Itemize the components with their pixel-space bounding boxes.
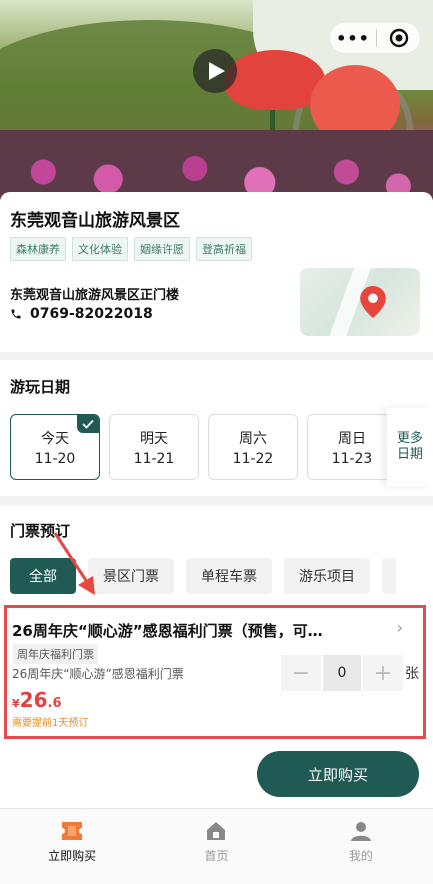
date-option-tomorrow[interactable]: 明天 11-21 — [109, 414, 199, 480]
ticket-filter-tabs: 全部 景区门票 单程车票 游乐项目 — [10, 558, 396, 594]
chevron-right-icon[interactable]: › — [397, 618, 403, 637]
quantity-stepper: − 0 + — [281, 655, 403, 691]
more-dates-label-2: 日期 — [396, 447, 423, 462]
tab-home[interactable]: 首页 — [144, 809, 288, 884]
user-icon — [350, 822, 371, 841]
ticket-title[interactable]: 26周年庆“顺心游”感恩福利门票（预售，可… — [12, 620, 382, 641]
ticket-tag: 周年庆福利门票 — [13, 644, 98, 664]
filter-one-way-bus[interactable]: 单程车票 — [186, 558, 272, 594]
date-day: 今天 — [41, 430, 69, 447]
date-day: 周六 — [239, 430, 267, 447]
play-video-button[interactable] — [193, 49, 237, 93]
more-dates-label-1: 更多 — [396, 431, 423, 446]
section-title-tickets: 门票预订 — [10, 522, 71, 540]
ticket-icon — [62, 822, 83, 840]
increase-button[interactable]: + — [363, 655, 403, 691]
play-icon — [208, 62, 225, 80]
ticket-price: ¥26.6 — [12, 688, 61, 712]
scenic-address[interactable]: 东莞观音山旅游风景区正门楼 — [10, 284, 179, 303]
tag: 登高祈福 — [196, 237, 252, 261]
tab-mine[interactable]: 我的 — [289, 809, 433, 884]
date-value: 11-21 — [133, 450, 175, 467]
quantity-unit: 张 — [405, 666, 419, 682]
date-value: 11-23 — [331, 450, 373, 467]
bottom-tab-bar: 立即购买 首页 我的 — [0, 808, 433, 884]
more-dates-button[interactable]: 更多 日期 — [387, 408, 433, 486]
ticket-subtitle: 26周年庆“顺心游”感恩福利门票 — [12, 667, 184, 681]
phone-link[interactable]: 0769-82022018 — [10, 306, 153, 322]
tag: 文化体验 — [72, 237, 128, 261]
tab-label: 我的 — [348, 849, 373, 863]
date-option-sunday[interactable]: 周日 11-23 — [307, 414, 397, 480]
booking-note: 需要提前1天预订 — [12, 718, 89, 729]
play-date-section: 游玩日期 今天 11-20 明天 11-21 周六 11-22 周日 11-23… — [0, 360, 433, 496]
tag: 森林康养 — [10, 237, 66, 261]
date-day: 周日 — [338, 430, 366, 447]
filter-scenic-tickets[interactable]: 景区门票 — [88, 558, 174, 594]
tag: 姻缘许愿 — [134, 237, 190, 261]
scenic-title: 东莞观音山旅游风景区 — [10, 211, 180, 231]
tab-label: 立即购买 — [48, 849, 97, 863]
quantity-value[interactable]: 0 — [323, 655, 361, 691]
date-option-today[interactable]: 今天 11-20 — [10, 414, 100, 480]
more-dots-icon[interactable]: ••• — [330, 29, 376, 48]
mini-program-capsule: ••• — [329, 22, 421, 54]
price-currency: ¥ — [12, 697, 20, 710]
filter-attractions[interactable]: 游乐项目 — [284, 558, 370, 594]
price-decimal: .6 — [47, 696, 62, 711]
check-icon — [77, 415, 99, 433]
map-thumbnail[interactable] — [300, 268, 420, 336]
hero-flowers — [0, 130, 433, 200]
location-pin-icon — [360, 286, 386, 318]
scenic-tags: 森林康养 文化体验 姻缘许愿 登高祈福 — [10, 237, 252, 261]
date-value: 11-20 — [34, 450, 76, 467]
price-integer: 26 — [19, 688, 48, 712]
date-value: 11-22 — [232, 450, 274, 467]
filter-all[interactable]: 全部 — [10, 558, 76, 594]
ticket-booking-section: 门票预订 全部 景区门票 单程车票 游乐项目 26周年庆“顺心游”感恩福利门票（… — [0, 506, 433, 808]
phone-number: 0769-82022018 — [30, 306, 153, 322]
tab-label: 首页 — [204, 849, 229, 863]
ticket-item[interactable]: 26周年庆“顺心游”感恩福利门票（预售，可… › 周年庆福利门票 26周年庆“顺… — [4, 605, 426, 739]
tab-buy-now[interactable]: 立即购买 — [0, 809, 144, 884]
date-day: 明天 — [140, 430, 168, 447]
buy-now-button[interactable]: 立即购买 — [257, 751, 419, 797]
filter-more-partial[interactable] — [382, 558, 396, 594]
date-option-saturday[interactable]: 周六 11-22 — [208, 414, 298, 480]
decrease-button[interactable]: − — [281, 655, 321, 691]
phone-icon — [11, 309, 21, 319]
close-circle-icon[interactable] — [377, 28, 420, 48]
home-icon — [207, 822, 226, 840]
section-title-date: 游玩日期 — [10, 378, 71, 396]
date-options: 今天 11-20 明天 11-21 周六 11-22 周日 11-23 — [10, 414, 397, 480]
scenic-info-card: 东莞观音山旅游风景区 森林康养 文化体验 姻缘许愿 登高祈福 东莞观音山旅游风景… — [0, 192, 433, 352]
